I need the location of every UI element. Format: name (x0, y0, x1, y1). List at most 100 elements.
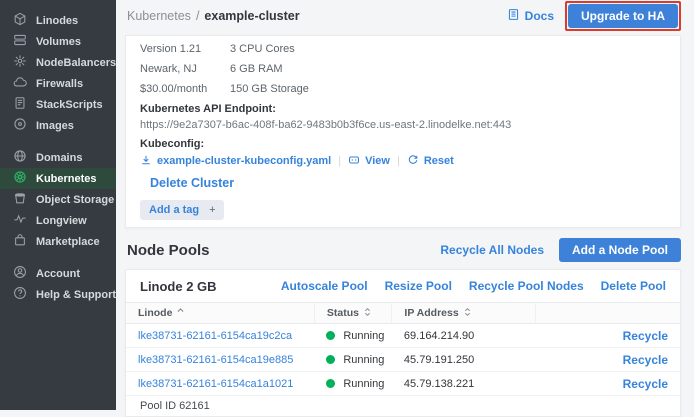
breadcrumb-kubernetes-link[interactable]: Kubernetes (127, 9, 191, 23)
summary-row: Newark, NJ 6 GB RAM (140, 59, 666, 79)
api-endpoint-label: Kubernetes API Endpoint: (140, 103, 666, 115)
node-status: Running (326, 354, 380, 366)
sidebar-item-firewalls[interactable]: Firewalls (0, 73, 116, 94)
cluster-ram: 6 GB RAM (230, 63, 283, 75)
sidebar-item-label: StackScripts (36, 99, 103, 111)
add-tag-button[interactable]: Add a tag + (140, 200, 224, 220)
pool-action-links: Autoscale Pool Resize Pool Recycle Pool … (281, 279, 666, 293)
upgrade-to-ha-button[interactable]: Upgrade to HA (568, 4, 678, 28)
sort-asc-icon (177, 307, 184, 320)
docs-link[interactable]: Docs (507, 8, 554, 24)
stackscripts-icon (13, 96, 27, 113)
cluster-price: $30.00/month (140, 83, 230, 95)
recycle-node-link[interactable]: Recycle (623, 329, 668, 343)
separator: | (338, 155, 341, 167)
pool-card-header: Linode 2 GB Autoscale Pool Resize Pool R… (126, 270, 680, 302)
marketplace-icon (13, 233, 27, 250)
sidebar-item-label: NodeBalancers (36, 57, 116, 69)
column-label: Status (327, 307, 359, 319)
kubeconfig-download-link[interactable]: example-cluster-kubeconfig.yaml (140, 154, 331, 169)
sidebar-item-help-support[interactable]: Help & Support (0, 284, 116, 305)
images-icon (13, 117, 27, 134)
reset-icon (407, 154, 419, 169)
pool-id-label: Pool ID 62161 (126, 396, 680, 416)
node-row: lke38731-62161-6154ca1a1021 Running 45.7… (126, 372, 680, 396)
add-tag-label: Add a tag (140, 200, 205, 220)
status-label: Running (343, 330, 384, 342)
firewalls-icon (13, 75, 27, 92)
sidebar-item-label: Images (36, 120, 74, 132)
reset-label: Reset (424, 155, 454, 167)
node-status: Running (326, 378, 380, 390)
sidebar-item-domains[interactable]: Domains (0, 147, 116, 168)
breadcrumb-current-cluster: example-cluster (204, 9, 299, 23)
volumes-icon (13, 33, 27, 50)
sidebar-item-marketplace[interactable]: Marketplace (0, 231, 116, 252)
sidebar-item-volumes[interactable]: Volumes (0, 31, 116, 52)
annotation-highlight: Upgrade to HA (565, 1, 681, 31)
sidebar-item-label: Marketplace (36, 236, 100, 248)
sidebar-group-divider (0, 136, 116, 147)
column-header-linode[interactable]: Linode (126, 303, 314, 324)
node-pools-header: Node Pools Recycle All Nodes Add a Node … (125, 237, 681, 263)
node-pools-title: Node Pools (125, 242, 210, 259)
column-label: Linode (138, 307, 172, 319)
recycle-pool-nodes-link[interactable]: Recycle Pool Nodes (469, 279, 584, 293)
delete-cluster-button[interactable]: Delete Cluster (150, 176, 234, 190)
sidebar-item-label: Kubernetes (36, 173, 97, 185)
status-label: Running (343, 378, 384, 390)
node-pool-card: Linode 2 GB Autoscale Pool Resize Pool R… (125, 269, 681, 417)
resize-pool-link[interactable]: Resize Pool (385, 279, 452, 293)
node-ip: 69.164.214.90 (404, 330, 474, 342)
node-ip: 45.79.138.221 (404, 378, 474, 390)
kubeconfig-filename: example-cluster-kubeconfig.yaml (157, 155, 331, 167)
sidebar-item-kubernetes[interactable]: Kubernetes (0, 168, 116, 189)
sidebar-item-longview[interactable]: Longview (0, 210, 116, 231)
delete-pool-link[interactable]: Delete Pool (601, 279, 666, 293)
separator: | (397, 155, 400, 167)
api-endpoint-url: https://9e2a7307-b6ac-408f-ba62-9483b0b3… (140, 119, 666, 131)
sidebar-item-stackscripts[interactable]: StackScripts (0, 94, 116, 115)
sidebar-item-label: Account (36, 268, 80, 280)
plus-icon: + (205, 200, 223, 220)
node-row: lke38731-62161-6154ca19c2ca Running 69.1… (126, 324, 680, 348)
status-running-icon (326, 355, 335, 364)
nodebalancers-icon (13, 54, 27, 71)
node-status: Running (326, 330, 380, 342)
sidebar-item-label: Help & Support (36, 289, 116, 301)
sidebar-item-account[interactable]: Account (0, 263, 116, 284)
sidebar-group-divider (0, 252, 116, 263)
node-name-link[interactable]: lke38731-62161-6154ca19c2ca (138, 330, 292, 342)
node-name-link[interactable]: lke38731-62161-6154ca1a1021 (138, 378, 293, 390)
sidebar-item-images[interactable]: Images (0, 115, 116, 136)
status-label: Running (343, 354, 384, 366)
summary-row: $30.00/month 150 GB Storage (140, 79, 666, 99)
column-header-ip-address[interactable]: IP Address (392, 303, 536, 324)
kubeconfig-reset-link[interactable]: Reset (407, 154, 454, 169)
recycle-node-link[interactable]: Recycle (623, 377, 668, 391)
topbar: Kubernetes / example-cluster Docs Upgrad… (116, 0, 694, 32)
sidebar-item-label: Volumes (36, 36, 81, 48)
cluster-summary-card: Version 1.21 3 CPU Cores Newark, NJ 6 GB… (125, 35, 681, 228)
node-name-link[interactable]: lke38731-62161-6154ca19e885 (138, 354, 293, 366)
docs-label: Docs (525, 9, 554, 23)
summary-row: Version 1.21 3 CPU Cores (140, 39, 666, 59)
autoscale-pool-link[interactable]: Autoscale Pool (281, 279, 368, 293)
kubeconfig-view-link[interactable]: View (348, 154, 390, 169)
cluster-region: Newark, NJ (140, 63, 230, 75)
view-label: View (365, 155, 390, 167)
sidebar-item-nodebalancers[interactable]: NodeBalancers (0, 52, 116, 73)
breadcrumb: Kubernetes / example-cluster (127, 9, 300, 23)
add-node-pool-button[interactable]: Add a Node Pool (559, 238, 681, 262)
sidebar-item-linodes[interactable]: Linodes (0, 10, 116, 31)
status-running-icon (326, 331, 335, 340)
recycle-node-link[interactable]: Recycle (623, 353, 668, 367)
sidebar-item-label: Longview (36, 215, 87, 227)
sidebar-item-label: Object Storage (36, 194, 114, 206)
sidebar-item-object-storage[interactable]: Object Storage (0, 189, 116, 210)
cluster-storage: 150 GB Storage (230, 83, 309, 95)
column-header-status[interactable]: Status (314, 303, 392, 324)
sidebar-item-label: Firewalls (36, 78, 83, 90)
recycle-all-nodes-link[interactable]: Recycle All Nodes (440, 243, 544, 257)
node-table: Linode Status IP Address (126, 302, 680, 396)
